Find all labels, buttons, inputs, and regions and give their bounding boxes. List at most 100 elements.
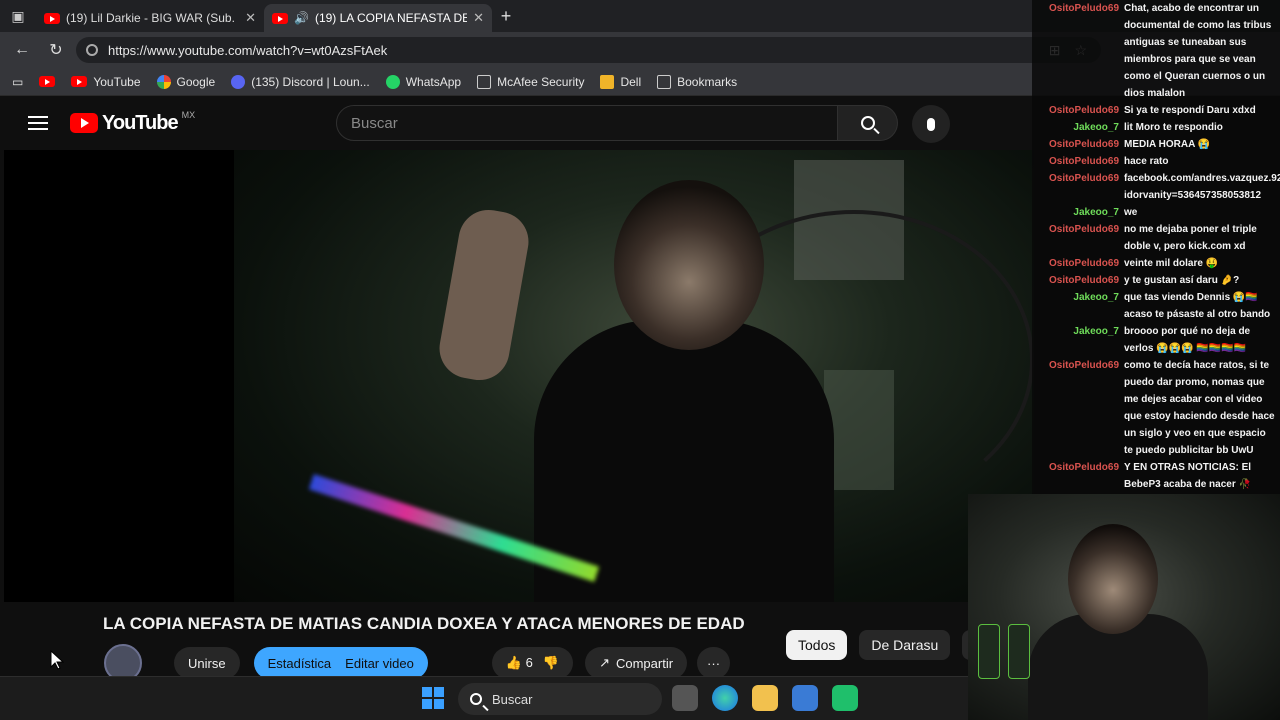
join-button[interactable]: Unirse (174, 647, 240, 679)
back-arrow-icon[interactable]: ← (8, 36, 36, 64)
share-button[interactable]: ↗ Compartir (585, 647, 688, 679)
search-icon (470, 693, 482, 705)
recommendation-chips: Todos De Darasu Vi (786, 630, 999, 660)
video-title: LA COPIA NEFASTA DE MATIAS CANDIA DOXEA … (103, 614, 745, 633)
chat-message: OsitoPeludo69 veinte mil dolare 🤑 (1032, 255, 1280, 272)
chat-message: OsitoPeludo69 Si ya te respondí Daru xdxd (1032, 102, 1280, 119)
page-icon (477, 74, 492, 89)
chat-text: facebook.com/andres.vazquez.92334?/video… (1124, 173, 1280, 201)
close-tab-icon[interactable]: ✕ (473, 10, 484, 26)
edge-browser-icon[interactable] (712, 685, 738, 711)
youtube-favicon-icon (272, 12, 288, 24)
taskbar-search[interactable]: Buscar (458, 683, 662, 715)
menu-icon[interactable] (28, 116, 48, 130)
new-tab-button[interactable]: + (492, 6, 520, 27)
youtube-logo-icon (70, 113, 98, 133)
browser-tab-1[interactable]: (19) Lil Darkie - BIG WAR (Sub. Es ✕ (36, 4, 264, 32)
energy-drink-can (1008, 624, 1030, 679)
browser-tab-2[interactable]: 🔊 (19) LA COPIA NEFASTA DE I ✕ (264, 4, 492, 32)
chat-text: broooo por qué no deja de verlos 😭😭😭 🏳️‍… (1124, 326, 1251, 354)
speaker-icon[interactable]: 🔊 (294, 11, 309, 25)
address-bar[interactable]: https://www.youtube.com/watch?v=wt0AzsFt… (76, 37, 1101, 63)
dislike-button[interactable]: 👎 (543, 655, 559, 671)
chat-username: Jakeoo_7 (1073, 207, 1119, 218)
page-icon (657, 74, 672, 89)
reload-icon[interactable]: ↻ (42, 36, 70, 64)
chat-username: OsitoPeludo69 (1048, 275, 1119, 286)
more-actions-button[interactable]: ··· (697, 647, 731, 679)
stream-chat-overlay: OsitoPeludo69 Chat, acabo de encontrar un… (1032, 0, 1280, 494)
bookmark-youtube[interactable]: YouTube (71, 75, 141, 89)
chat-username: Jakeoo_7 (1073, 292, 1119, 303)
bookmark-apps-icon[interactable]: ▭ (12, 75, 23, 89)
video-frame (234, 150, 1034, 602)
bookmark-bookmarks[interactable]: Bookmarks (657, 74, 737, 89)
chat-message: Jakeoo_7 broooo por qué no deja de verlos… (1032, 323, 1280, 357)
share-icon: ↗ (599, 655, 610, 670)
edit-video-button[interactable]: Editar video (345, 656, 414, 671)
search-box[interactable] (336, 105, 838, 141)
chat-text: we (1124, 207, 1138, 218)
chat-username: Jakeoo_7 (1073, 326, 1119, 337)
chat-username: OsitoPeludo69 (1048, 258, 1119, 269)
chat-message: Jakeoo_7 we (1032, 204, 1280, 221)
chat-text: como te decía hace ratos, si te puedo da… (1124, 360, 1275, 456)
bookmark-google[interactable]: Google (156, 74, 215, 89)
app-icon[interactable] (832, 685, 858, 711)
chat-message: OsitoPeludo69 MEDIA HORAA 😭 (1032, 136, 1280, 153)
chat-text: lit Moro te respondio (1124, 122, 1223, 133)
bookmark-dell[interactable]: Dell (600, 74, 641, 89)
google-icon (156, 74, 171, 89)
chat-text: veinte mil dolare 🤑 (1124, 258, 1219, 269)
youtube-logo[interactable]: YouTube MX (70, 110, 195, 135)
chat-username: OsitoPeludo69 (1048, 360, 1119, 371)
chat-message: Jakeoo_7 que tas viendo Dennis 😭🏳️‍🌈 acas… (1032, 289, 1280, 323)
chat-message: OsitoPeludo69 hace rato (1032, 153, 1280, 170)
thumbs-down-icon: 👎 (542, 655, 560, 670)
tab-title: (19) Lil Darkie - BIG WAR (Sub. Es (66, 11, 240, 25)
taskbar-apps (672, 685, 858, 711)
chat-text: no me dejaba poner el triple doble v, pe… (1124, 224, 1257, 252)
chat-username: OsitoPeludo69 (1048, 224, 1119, 235)
chat-message: OsitoPeludo69 Chat, acabo de encontrar un… (1032, 0, 1280, 102)
thumbs-up-icon: 👍 (505, 655, 523, 670)
chat-text: y te gustan así daru 🤌? (1124, 275, 1240, 286)
close-tab-icon[interactable]: ✕ (245, 10, 256, 26)
chat-text: hace rato (1124, 156, 1169, 167)
video-player[interactable] (4, 150, 1034, 602)
chip-all[interactable]: Todos (786, 630, 848, 660)
url-text[interactable]: https://www.youtube.com/watch?v=wt0AzsFt… (108, 43, 387, 58)
bookmark-discord[interactable]: (135) Discord | Loun... (231, 74, 370, 89)
store-icon[interactable] (792, 685, 818, 711)
like-dislike-group: 👍 6 👎 (491, 647, 574, 679)
tab-actions-icon[interactable]: ▣ (0, 0, 36, 32)
discord-icon (231, 74, 246, 89)
chat-message: OsitoPeludo69 facebook.com/andres.vazquez… (1032, 170, 1280, 204)
chat-username: OsitoPeludo69 (1048, 156, 1119, 167)
chip-from-channel[interactable]: De Darasu (859, 630, 951, 660)
search-input[interactable] (351, 114, 837, 132)
search-icon (860, 116, 875, 130)
chat-username: OsitoPeludo69 (1048, 173, 1119, 184)
video-actions-row: Unirse Estadística Editar video 👍 6 👎 ↗ C… (104, 644, 764, 682)
bookmark-mcafee[interactable]: McAfee Security (477, 74, 584, 89)
bookmark-youtube-icon[interactable] (39, 76, 56, 87)
like-button[interactable]: 👍 6 (506, 655, 533, 671)
chat-text: que tas viendo Dennis 😭🏳️‍🌈 acaso te pás… (1124, 292, 1271, 320)
site-info-icon[interactable] (86, 44, 98, 56)
screen: ▣ (19) Lil Darkie - BIG WAR (Sub. Es ✕ 🔊… (0, 0, 1280, 720)
stats-button[interactable]: Estadística (268, 656, 332, 671)
energy-drink-can (978, 624, 1000, 679)
search-button[interactable] (838, 105, 898, 141)
bookmark-whatsapp[interactable]: WhatsApp (385, 74, 461, 89)
webcam-overlay (968, 494, 1280, 720)
file-explorer-icon[interactable] (752, 685, 778, 711)
windows-start-icon[interactable] (422, 687, 444, 709)
whatsapp-icon (385, 74, 400, 89)
chat-username: OsitoPeludo69 (1048, 3, 1119, 14)
task-view-icon[interactable] (672, 685, 698, 711)
chat-text: Chat, acabo de encontrar un documental d… (1124, 3, 1272, 99)
chat-username: OsitoPeludo69 (1048, 139, 1119, 150)
voice-search-button[interactable] (912, 105, 950, 143)
tab-title: (19) LA COPIA NEFASTA DE I (314, 11, 468, 25)
